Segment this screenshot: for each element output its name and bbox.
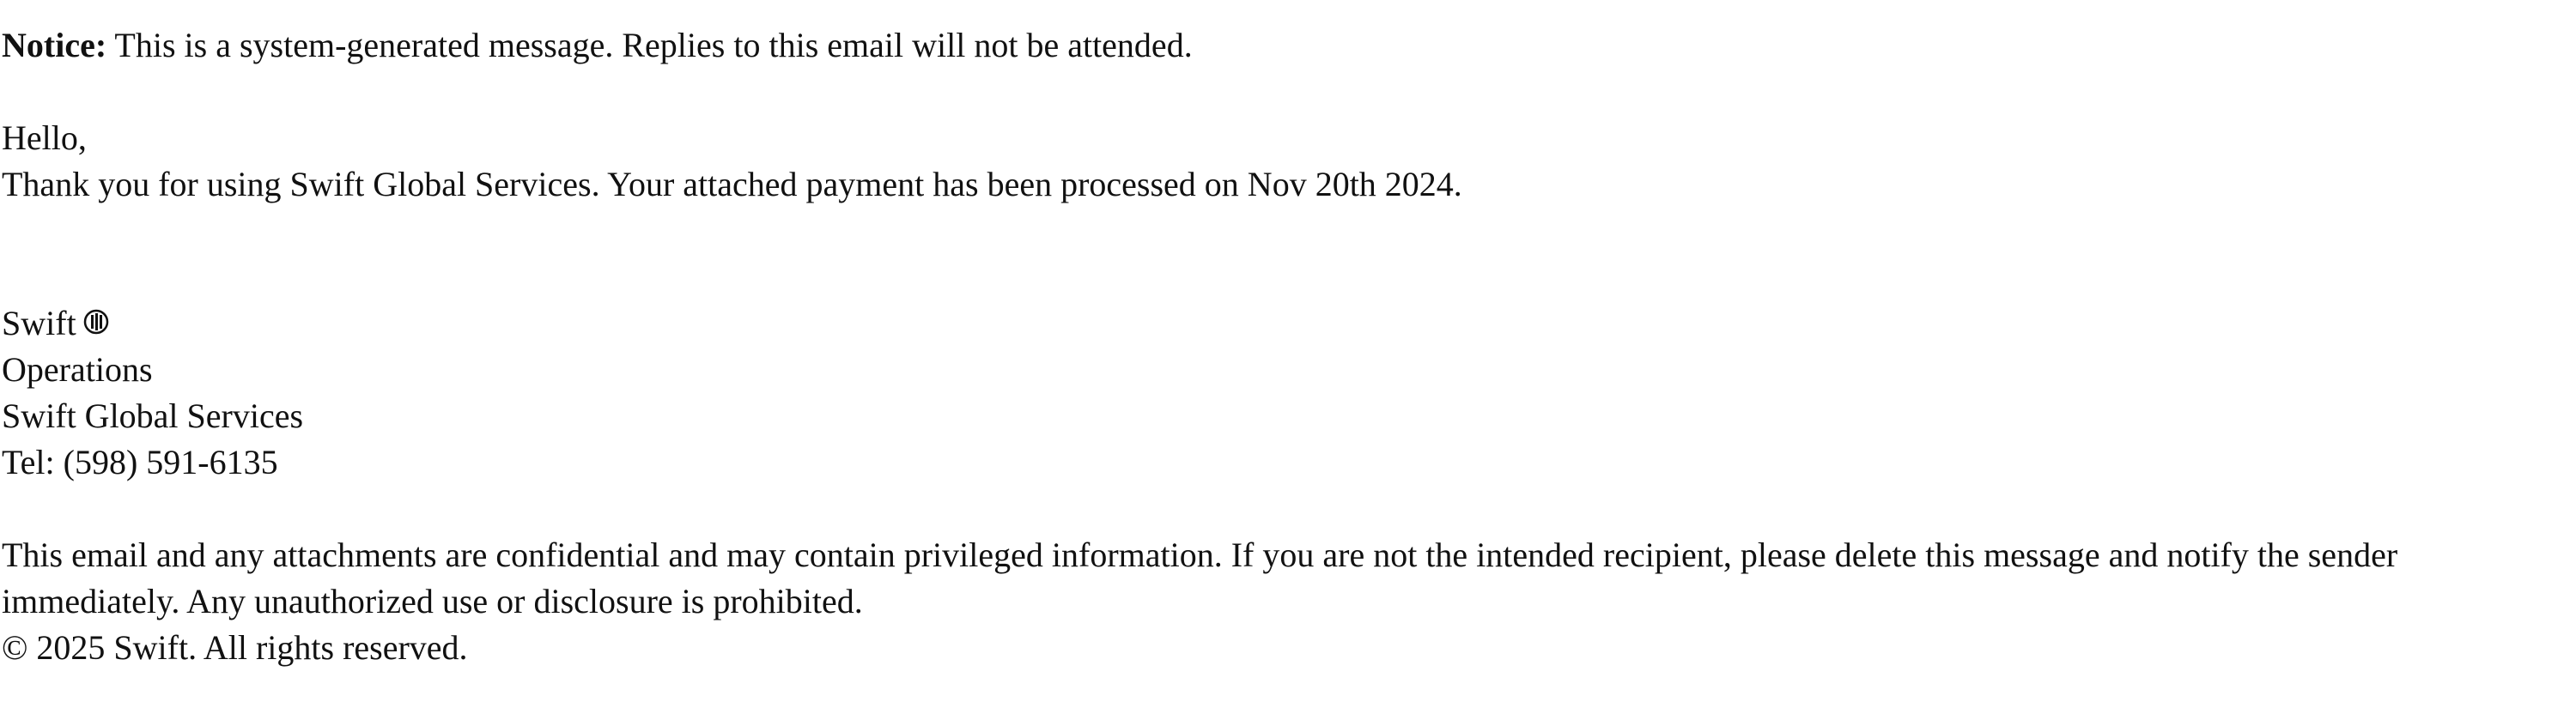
notice-line: Notice: This is a system-generated messa… (2, 22, 2576, 69)
signature-company: Swift Global Services (2, 396, 304, 435)
email-body: Notice: This is a system-generated messa… (0, 0, 2576, 708)
signature-name: Swift (2, 304, 76, 342)
notice-label: Notice: (2, 26, 107, 64)
greeting: Hello, (2, 118, 87, 157)
notice-text: This is a system-generated message. Repl… (106, 26, 1193, 64)
signature-department: Operations (2, 350, 153, 389)
copyright-text: © 2025 Swift. All rights reserved. (2, 628, 468, 667)
signature-phone: Tel: (598) 591-6135 (2, 443, 278, 481)
swift-logo-icon (83, 300, 109, 347)
disclaimer-text: This email and any attachments are confi… (2, 536, 2398, 620)
message-text: Thank you for using Swift Global Service… (2, 165, 1462, 203)
signature-name-line: Swift (2, 300, 2576, 347)
